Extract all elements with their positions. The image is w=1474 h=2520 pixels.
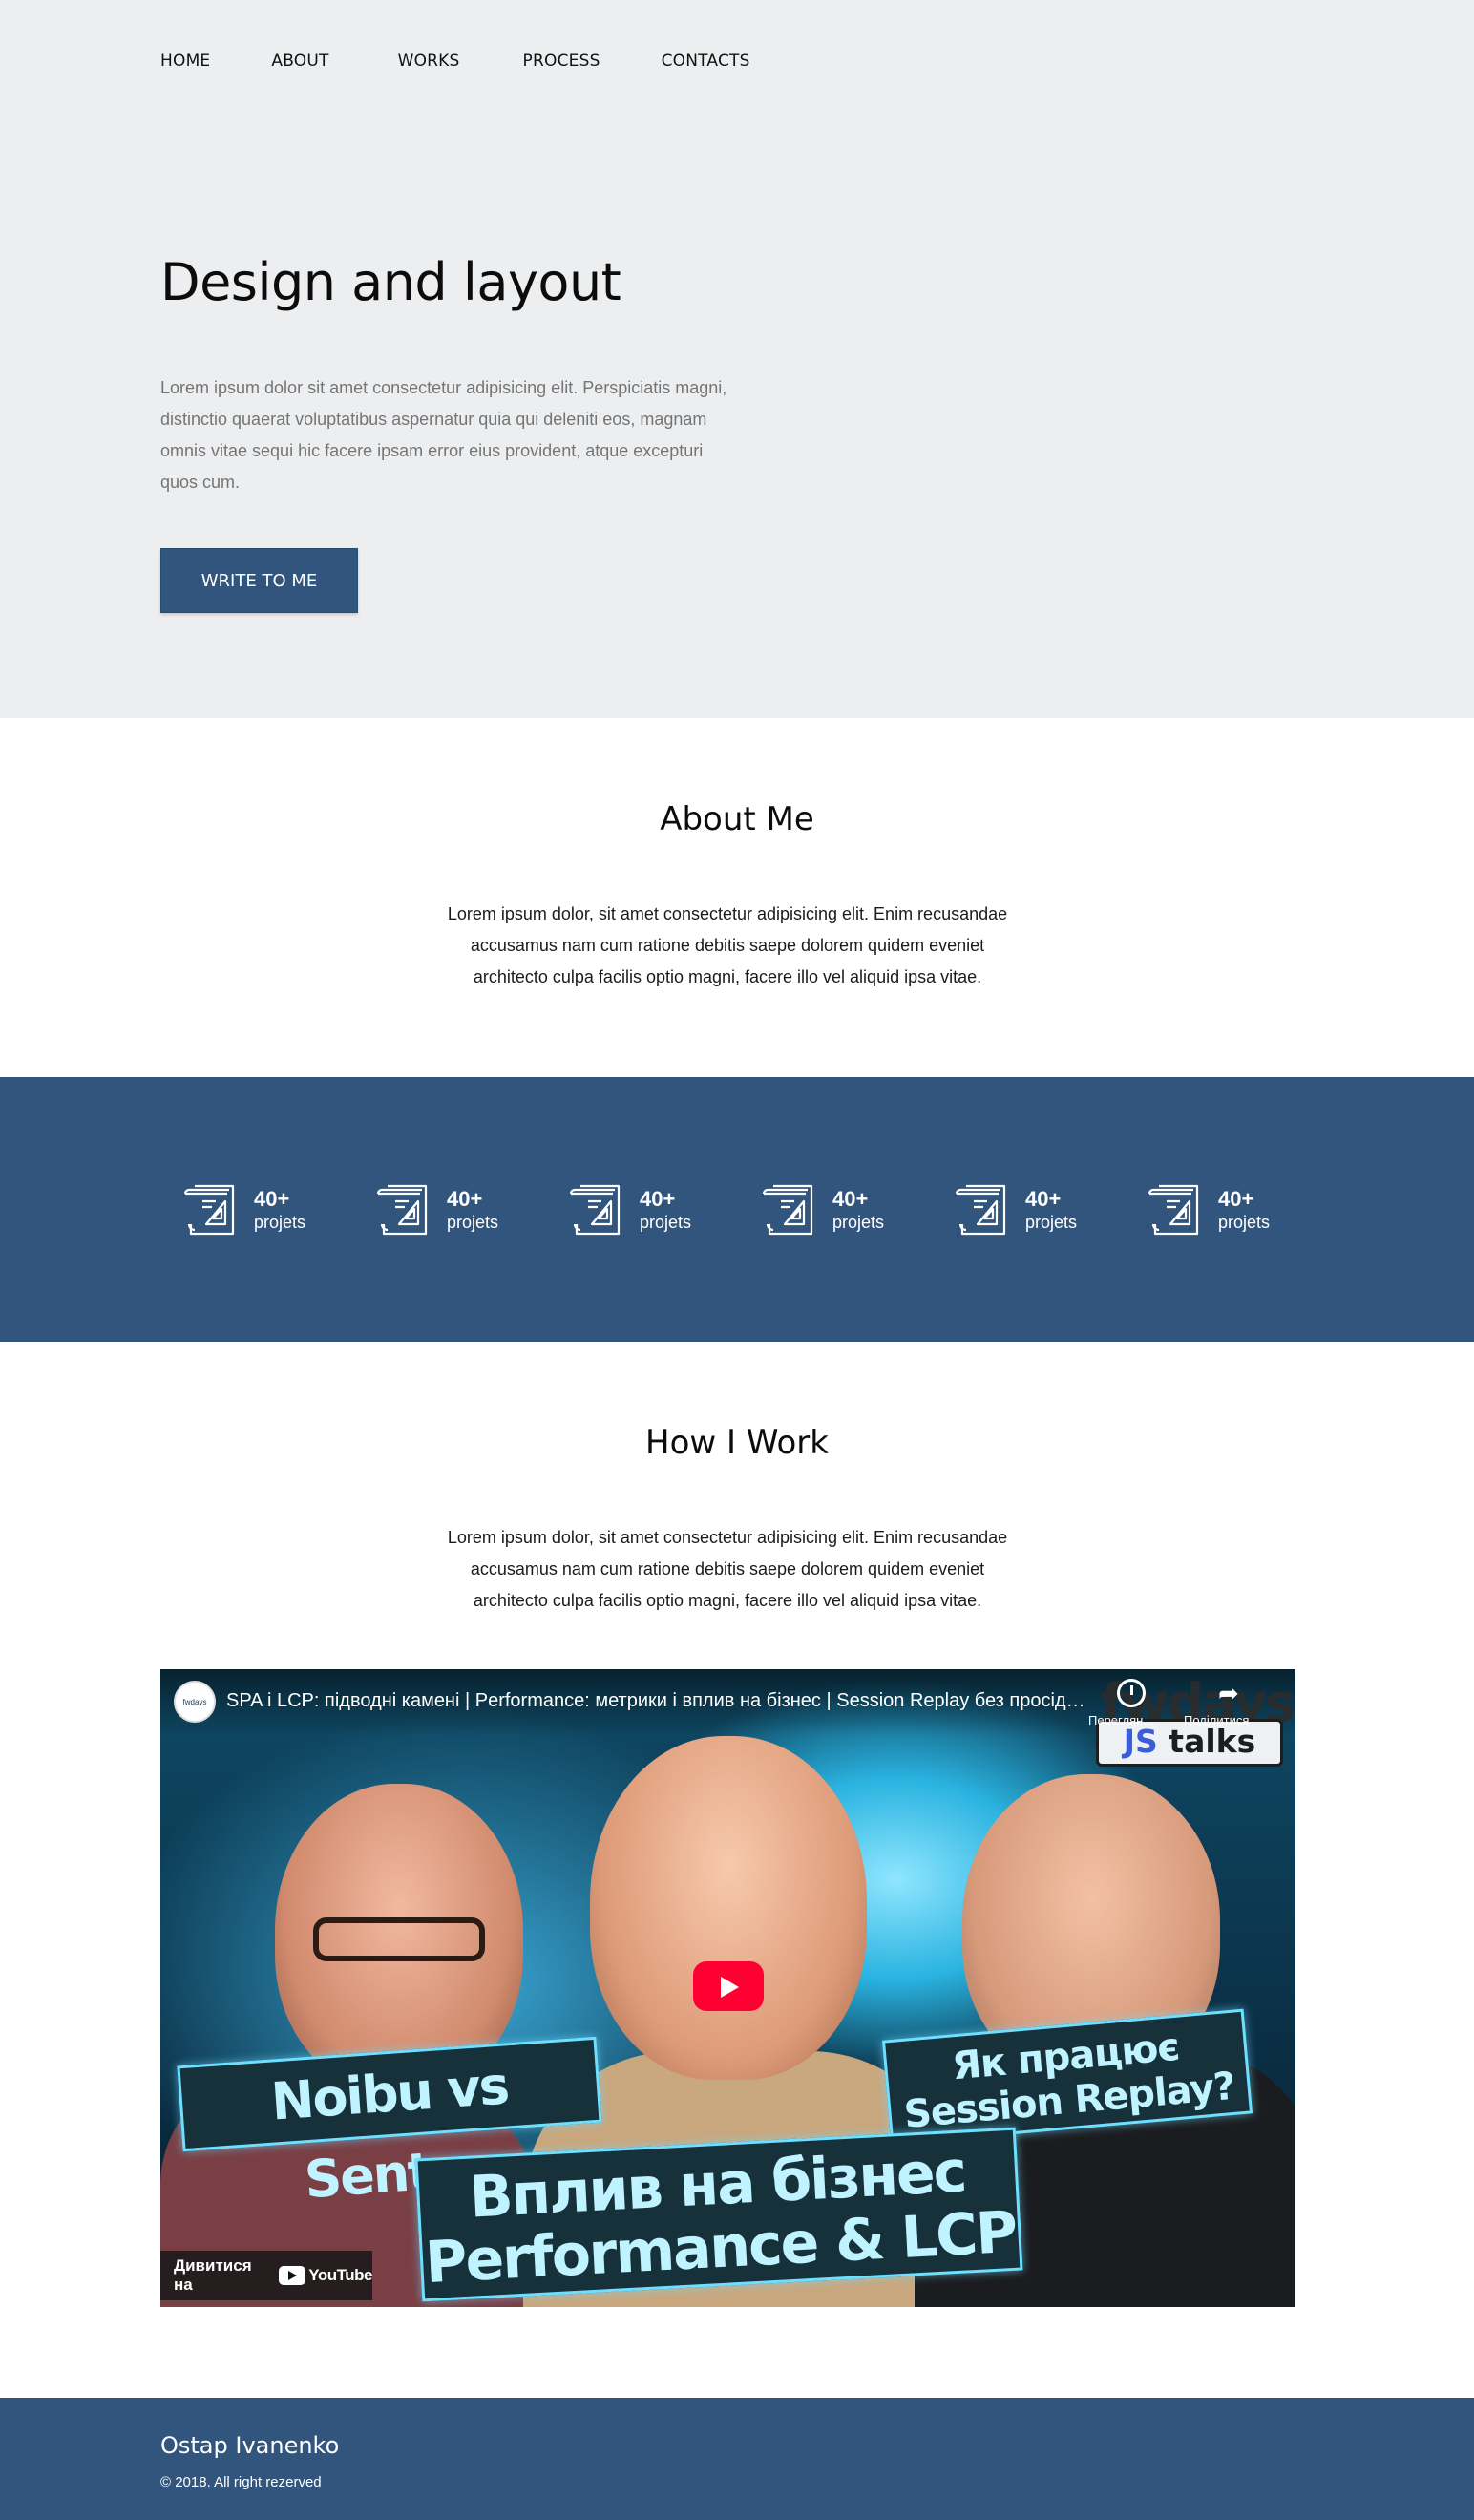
video-title[interactable]: SPA і LCP: підводні камені | Performance… — [226, 1690, 1085, 1712]
stat-value: 40+ — [1025, 1187, 1062, 1211]
stat-label: projets — [1218, 1213, 1271, 1232]
talks-label: talks — [1169, 1723, 1256, 1760]
stats-section: 40+ projets 40+ projets 40+ projets 40+ — [0, 1077, 1474, 1342]
how-text: Lorem ipsum dolor, sit amet consectetur … — [447, 1528, 1008, 1610]
drafting-document-icon — [762, 1184, 813, 1236]
drafting-document-icon — [1148, 1184, 1199, 1236]
hero-section: HOME ABOUT WORKS PROCESS CONTACTS Design… — [0, 0, 1474, 718]
stat-label: projets — [447, 1213, 499, 1232]
play-button[interactable] — [693, 1961, 764, 2011]
share-label[interactable]: Поділитися — [1184, 1713, 1249, 1727]
drafting-document-icon — [376, 1184, 428, 1236]
stat-item: 40+ projets — [760, 1180, 884, 1239]
youtube-icon — [279, 2266, 306, 2285]
stat-item: 40+ projets — [374, 1180, 498, 1239]
about-text: Lorem ipsum dolor, sit amet consectetur … — [447, 904, 1008, 986]
stat-item: 40+ projets — [953, 1180, 1077, 1239]
footer: Ostap Ivanenko © 2018. All right rezerve… — [0, 2398, 1474, 2520]
channel-avatar[interactable]: fwdays — [174, 1681, 216, 1723]
stat-label: projets — [254, 1213, 306, 1232]
hero-text: Lorem ipsum dolor sit amet consectetur a… — [160, 378, 727, 492]
nav-contacts-link[interactable]: CONTACTS — [662, 52, 750, 71]
youtube-logo: YouTube — [279, 2266, 372, 2285]
nav-about-link[interactable]: ABOUT — [271, 52, 328, 71]
drafting-document-icon — [955, 1184, 1006, 1236]
footer-name: Ostap Ivanenko — [160, 2432, 340, 2459]
stat-item: 40+ projets — [567, 1180, 691, 1239]
stat-value: 40+ — [447, 1187, 483, 1211]
hero-title: Design and layout — [160, 252, 621, 312]
share-icon[interactable]: ➦ — [1218, 1679, 1239, 1708]
nav-works-link[interactable]: WORKS — [398, 52, 460, 71]
stat-label: projets — [1025, 1213, 1078, 1232]
main-nav: HOME ABOUT WORKS PROCESS CONTACTS — [160, 52, 811, 71]
stat-value: 40+ — [640, 1187, 676, 1211]
stat-label: projets — [640, 1213, 692, 1232]
watch-later-icon[interactable] — [1117, 1679, 1146, 1707]
write-to-me-button[interactable]: WRITE TO ME — [160, 548, 358, 613]
js-label: JS — [1123, 1723, 1158, 1760]
how-title: How I Work — [645, 1424, 829, 1462]
youtube-video-embed[interactable]: Noibu vs Sentry Як працює Session Replay… — [160, 1669, 1295, 2307]
youtube-wordmark: YouTube — [308, 2266, 372, 2284]
footer-copyright: © 2018. All right rezerved — [160, 2474, 322, 2490]
stat-value: 40+ — [254, 1187, 290, 1211]
drafting-document-icon — [569, 1184, 621, 1236]
stat-value: 40+ — [1218, 1187, 1254, 1211]
watch-on-label: Дивитися на — [174, 2256, 252, 2294]
stat-label: projets — [832, 1213, 885, 1232]
thumbnail-face-center — [590, 1736, 867, 2080]
nav-process-link[interactable]: PROCESS — [523, 52, 600, 71]
glasses-icon — [313, 1917, 485, 1961]
stat-value: 40+ — [832, 1187, 869, 1211]
about-title: About Me — [660, 800, 814, 838]
stat-item: 40+ projets — [1146, 1180, 1270, 1239]
nav-home-link[interactable]: HOME — [160, 52, 210, 71]
drafting-document-icon — [183, 1184, 235, 1236]
watch-on-youtube-button[interactable]: Дивитися на YouTube — [160, 2251, 372, 2300]
watch-later-label[interactable]: Переглян... — [1088, 1713, 1153, 1727]
stat-item: 40+ projets — [181, 1180, 305, 1239]
